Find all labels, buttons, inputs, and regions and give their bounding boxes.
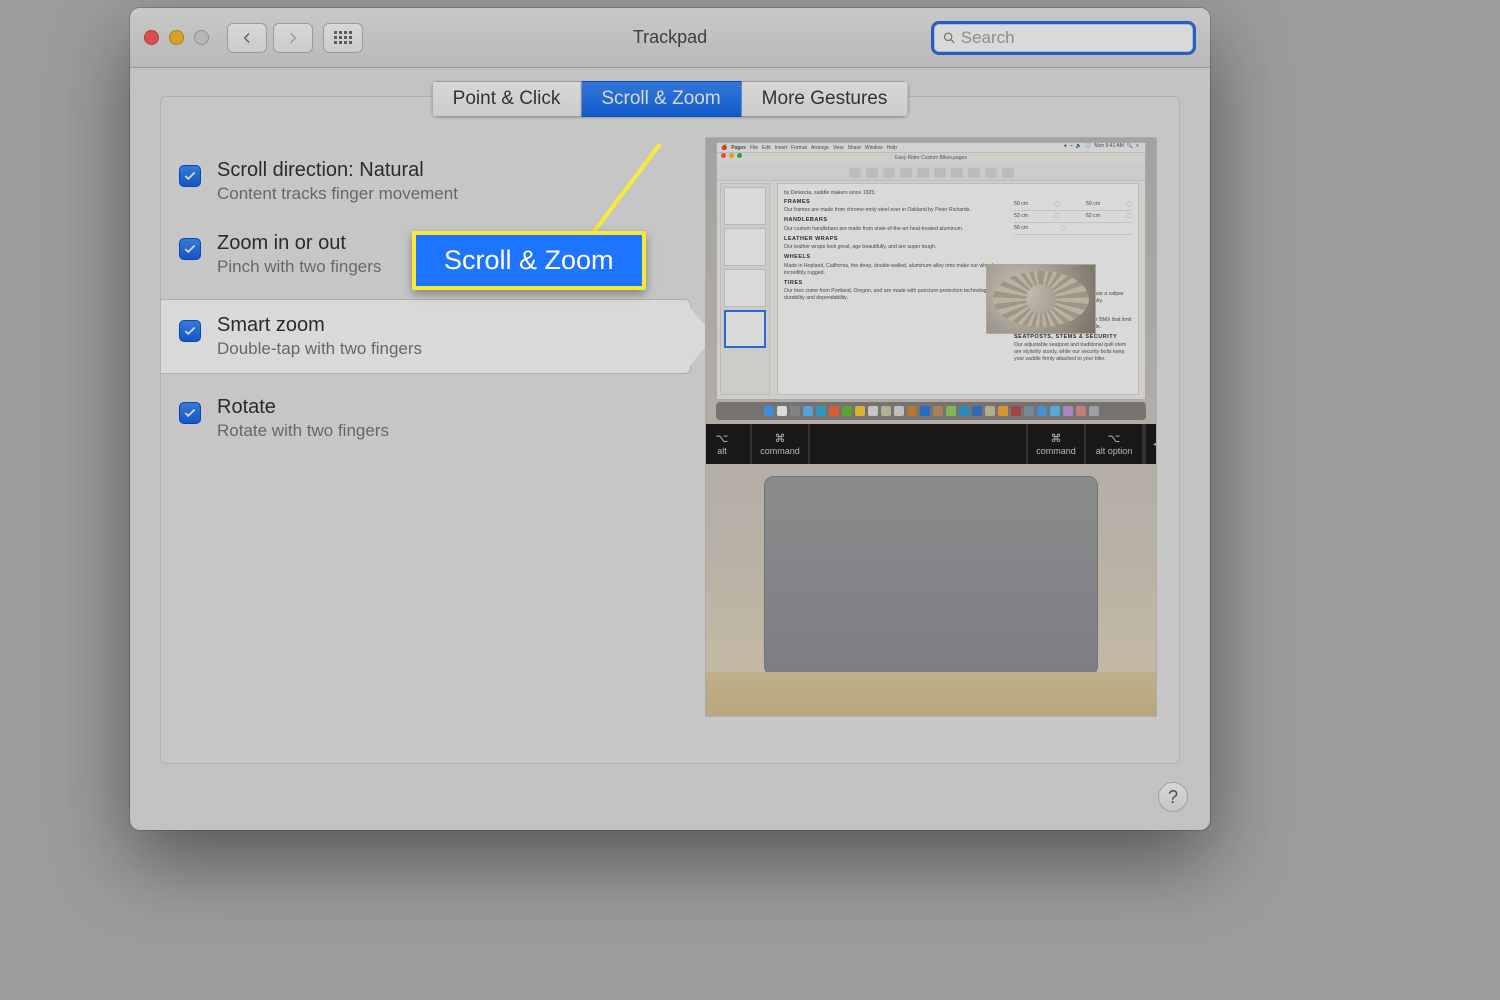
gesture-preview: 🍎Pages FileEditInsertFormatArrangeViewSh… [705,137,1157,717]
zoom-window-button [194,30,209,45]
mock-dock [716,402,1146,420]
check-icon [183,242,197,256]
chevron-left-icon [240,31,254,45]
help-button[interactable]: ? [1158,782,1188,812]
tab-point-click[interactable]: Point & Click [432,81,582,117]
check-icon [183,169,197,183]
setting-subtitle: Content tracks finger movement [217,184,458,204]
nav-buttons [227,23,313,53]
setting-title: Scroll direction: Natural [217,159,458,182]
back-button[interactable] [227,23,267,53]
setting-rotate[interactable]: Rotate Rotate with two fingers [161,382,691,455]
check-icon [183,324,197,338]
tab-more-gestures[interactable]: More Gestures [742,81,909,117]
mock-menubar-right: ●⌁🔈🕘Mon 9:41 AM🔍≡ [1064,143,1139,149]
window-controls [144,30,209,45]
checkbox[interactable] [179,165,201,187]
titlebar: Trackpad [130,8,1210,68]
setting-subtitle: Double-tap with two fingers [217,339,422,359]
setting-subtitle: Pinch with two fingers [217,257,381,277]
chevron-right-icon [286,31,300,45]
mock-desk [706,672,1156,716]
content-panel: Point & Click Scroll & Zoom More Gesture… [160,96,1180,764]
mock-desktop: 🍎Pages FileEditInsertFormatArrangeViewSh… [716,142,1146,400]
setting-title: Rotate [217,396,389,419]
mock-thumbnails [720,183,770,395]
preferences-window: Trackpad Point & Click Scroll & Zoom Mor… [130,8,1210,830]
mock-traffic-lights [721,153,742,158]
show-all-button[interactable] [323,23,363,53]
grid-icon [334,31,352,44]
setting-title: Zoom in or out [217,232,381,255]
check-icon [183,406,197,420]
search-input[interactable] [961,28,1185,48]
setting-scroll-direction[interactable]: Scroll direction: Natural Content tracks… [161,145,691,218]
search-field[interactable] [931,21,1196,55]
mock-image [986,264,1096,334]
mock-toolbar [717,165,1145,181]
callout-label: Scroll & Zoom [412,231,646,290]
mock-keyboard: ⌥alt ⌘command ⌘command ⌥alt option ◀ [705,424,1157,464]
checkbox[interactable] [179,320,201,342]
mock-trackpad [764,476,1098,676]
setting-smart-zoom[interactable]: Smart zoom Double-tap with two fingers [161,299,691,374]
tab-scroll-zoom[interactable]: Scroll & Zoom [581,81,741,117]
checkbox[interactable] [179,238,201,260]
minimize-window-button[interactable] [169,30,184,45]
forward-button[interactable] [273,23,313,53]
mock-document: by Delancia, saddle makers since 1925. F… [777,183,1139,395]
setting-title: Smart zoom [217,314,422,337]
tab-bar: Point & Click Scroll & Zoom More Gesture… [432,81,909,117]
close-window-button[interactable] [144,30,159,45]
settings-list: Scroll direction: Natural Content tracks… [161,145,691,455]
search-icon [942,30,957,46]
mock-doc-title: Easy Rider Custom Bikes.pages [717,155,1145,161]
mock-menubar: 🍎Pages FileEditInsertFormatArrangeViewSh… [717,143,1145,153]
checkbox[interactable] [179,402,201,424]
setting-subtitle: Rotate with two fingers [217,421,389,441]
